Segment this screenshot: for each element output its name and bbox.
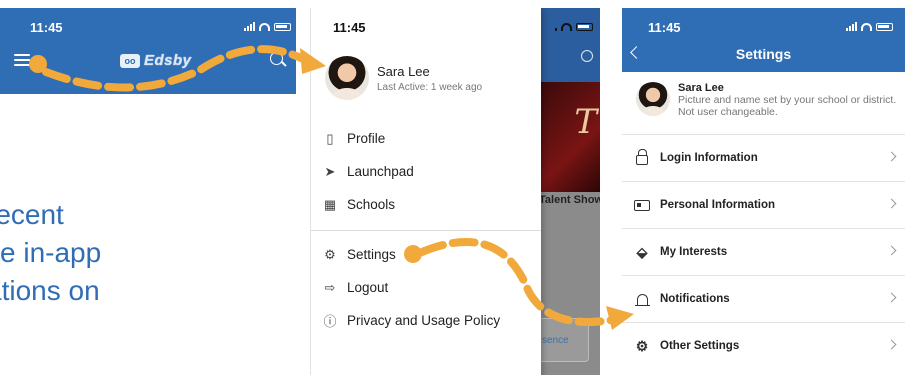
avatar	[325, 56, 369, 100]
signal-icon	[244, 22, 255, 31]
chevron-right-icon	[886, 339, 897, 350]
drawer-profile[interactable]: Sara Lee Last Active: 1 week ago	[325, 56, 482, 100]
status-time: 11:45	[30, 20, 63, 35]
settings-row-label: My Interests	[660, 246, 728, 258]
home-screen: 11:45 oo Edsby	[0, 8, 296, 375]
settings-row-label: Personal Information	[660, 199, 776, 211]
menu-item-label: Launchpad	[347, 164, 414, 179]
chevron-right-icon	[886, 245, 897, 256]
menu-item-privacy[interactable]: ⓘ Privacy and Usage Policy	[311, 304, 541, 337]
lock-icon	[634, 149, 650, 166]
gear-icon: ⚙	[324, 246, 336, 262]
settings-row-login[interactable]: Login Information	[622, 134, 905, 181]
menu-divider	[311, 230, 541, 231]
settings-screen: 11:45 Settings Sara Lee Picture and name…	[622, 8, 905, 375]
bell-icon	[634, 291, 650, 307]
settings-row-interests[interactable]: ⬙ My Interests	[622, 228, 905, 275]
user-name: Sara Lee	[377, 63, 430, 79]
settings-header: 11:45 Settings	[622, 8, 905, 72]
absence-button: sence	[537, 318, 589, 362]
user-name: Sara Lee	[678, 82, 724, 94]
status-time: 11:45	[333, 20, 366, 35]
profile-icon: ▯	[326, 130, 334, 146]
search-icon	[581, 50, 593, 62]
settings-row-label: Other Settings	[660, 340, 740, 352]
id-card-icon	[634, 197, 650, 213]
navigation-drawer: 11:45 Sara Lee Last Active: 1 week ago ▯…	[311, 8, 541, 375]
page-title: Settings	[735, 46, 792, 62]
caption-line: ations on	[0, 275, 100, 306]
background-header	[541, 8, 600, 82]
battery-icon	[274, 22, 291, 31]
building-icon: ▦	[323, 196, 337, 212]
chevron-right-icon	[886, 151, 897, 162]
settings-row-personal[interactable]: Personal Information	[622, 181, 905, 228]
menu-item-label: Privacy and Usage Policy	[347, 313, 501, 328]
menu-item-label: Schools	[347, 197, 396, 212]
settings-profile: Sara Lee Picture and name set by your sc…	[636, 82, 898, 118]
caption-line: recent	[0, 199, 64, 230]
drawer-menu-primary: ▯ Profile ➤ Launchpad ▦ Schools	[311, 122, 541, 221]
menu-item-profile[interactable]: ▯ Profile	[311, 122, 541, 155]
wifi-icon	[259, 22, 270, 31]
event-title: Talent Show	[539, 194, 600, 206]
battery-icon	[876, 22, 893, 31]
hamburger-menu-icon[interactable]	[14, 54, 30, 66]
signal-icon	[555, 22, 557, 31]
chevron-right-icon	[886, 198, 897, 209]
menu-item-launchpad[interactable]: ➤ Launchpad	[311, 155, 541, 188]
wifi-icon	[561, 22, 572, 31]
menu-item-label: Profile	[347, 131, 386, 146]
tutorial-graphic: 11:45 oo Edsby recent ve in-app ations o…	[0, 0, 905, 375]
status-icons	[846, 22, 893, 31]
gear-icon: ⚙	[635, 337, 649, 354]
battery-icon	[576, 22, 593, 31]
search-icon[interactable]	[270, 52, 283, 65]
menu-item-label: Settings	[347, 247, 396, 262]
status-icons	[244, 22, 291, 31]
drawer-menu-secondary: ⚙ Settings ⇨ Logout ⓘ Privacy and Usage …	[311, 238, 541, 337]
signal-icon	[846, 22, 857, 31]
settings-row-label: Notifications	[660, 293, 730, 305]
event-image: T	[541, 82, 600, 192]
last-active-text: Last Active: 1 week ago	[377, 81, 483, 93]
menu-item-label: Logout	[347, 280, 389, 295]
settings-row-other[interactable]: ⚙ Other Settings	[622, 322, 905, 369]
app-logo: oo Edsby	[120, 52, 192, 69]
logout-icon: ⇨	[324, 279, 336, 295]
chevron-right-icon	[886, 292, 897, 303]
wifi-icon	[861, 22, 872, 31]
menu-item-schools[interactable]: ▦ Schools	[311, 188, 541, 221]
logo-eyes-icon: oo	[120, 53, 140, 68]
profile-note: Picture and name set by your school or d…	[678, 94, 897, 118]
app-header: 11:45 oo Edsby	[0, 8, 296, 94]
caption-line: ve in-app	[0, 237, 102, 268]
background-home-view: T Talent Show sence	[537, 8, 600, 375]
rocket-icon: ➤	[324, 163, 336, 179]
menu-item-logout[interactable]: ⇨ Logout	[311, 271, 541, 304]
menu-item-settings[interactable]: ⚙ Settings	[311, 238, 541, 271]
settings-row-label: Login Information	[660, 152, 758, 164]
instruction-caption: recent ve in-app ations on	[0, 196, 240, 310]
logo-text: Edsby	[144, 52, 192, 69]
status-icons	[555, 22, 593, 31]
drawer-screen: T Talent Show sence 11:45 Sara Lee Last …	[310, 8, 600, 375]
tag-icon: ⬙	[636, 243, 648, 260]
info-icon: ⓘ	[323, 314, 337, 329]
status-time: 11:45	[648, 20, 681, 35]
settings-row-notifications[interactable]: Notifications	[622, 275, 905, 322]
avatar	[636, 82, 670, 116]
